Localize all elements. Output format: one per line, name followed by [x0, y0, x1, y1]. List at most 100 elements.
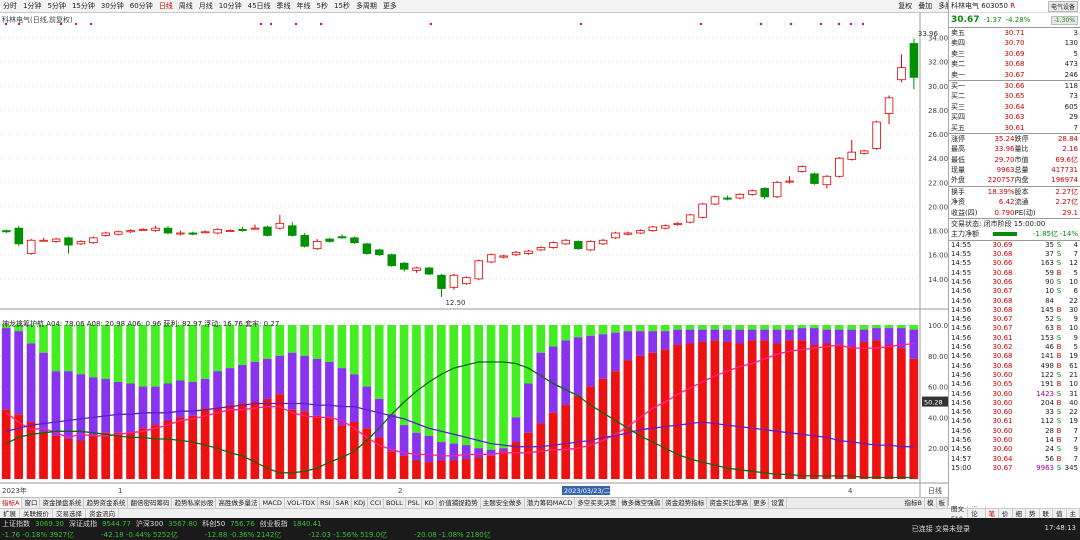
- indicator-tab[interactable]: 窗口: [22, 497, 41, 509]
- quote-tab[interactable]: 势: [1026, 508, 1040, 519]
- indicator-tab[interactable]: BOLL: [384, 497, 406, 509]
- candle-body[interactable]: [350, 237, 359, 244]
- period-tab[interactable]: 10分钟: [216, 0, 245, 13]
- index-quote[interactable]: 3069.30: [35, 520, 64, 528]
- indicator-tab[interactable]: 设置: [769, 497, 788, 509]
- indicator-tab[interactable]: 资金操盘系统: [40, 497, 85, 509]
- period-tab[interactable]: 周线: [176, 0, 196, 13]
- candle-body[interactable]: [561, 239, 571, 245]
- candle-body[interactable]: [710, 196, 720, 205]
- period-tab[interactable]: 30分钟: [98, 0, 127, 13]
- candle-body[interactable]: [785, 180, 794, 183]
- indicator-tab[interactable]: 做多做空强弱: [619, 497, 664, 509]
- candle-body[interactable]: [847, 151, 857, 160]
- indicator-tab[interactable]: 资金买比率高: [707, 497, 752, 509]
- period-tab[interactable]: 多周期: [353, 0, 380, 13]
- candle-body[interactable]: [163, 227, 173, 234]
- candle-body[interactable]: [474, 260, 484, 280]
- candle-body[interactable]: [835, 157, 844, 177]
- sector-tag[interactable]: 电气设备: [1047, 0, 1078, 12]
- candle-body[interactable]: [375, 249, 384, 256]
- indicator-tab-right[interactable]: 板: [937, 497, 948, 509]
- period-tab[interactable]: 60分钟: [127, 0, 156, 13]
- index-quote[interactable]: 9544.77: [102, 520, 131, 528]
- candle-body[interactable]: [822, 175, 832, 186]
- candle-body[interactable]: [76, 241, 86, 245]
- index-quote[interactable]: 756.76: [230, 520, 255, 528]
- indicator-tab[interactable]: 主题安全做多: [481, 497, 525, 509]
- toolbar-action[interactable]: 复权: [895, 0, 915, 13]
- quote-tab[interactable]: 主: [1067, 508, 1080, 519]
- candle-body[interactable]: [810, 173, 819, 184]
- toolbar-action[interactable]: 叠加: [915, 0, 935, 13]
- quote-tab[interactable]: 联: [1040, 508, 1053, 519]
- candle-body[interactable]: [723, 197, 732, 200]
- candle-body[interactable]: [51, 238, 61, 242]
- candle-body[interactable]: [524, 250, 533, 254]
- period-tab[interactable]: 更多: [380, 0, 400, 13]
- period-tab[interactable]: 1分钟: [20, 0, 44, 13]
- indicator-tab[interactable]: 翻倍密码筹码: [128, 497, 173, 509]
- quote-tab[interactable]: 细: [1013, 508, 1026, 519]
- candle-body[interactable]: [872, 121, 881, 149]
- candle-body[interactable]: [499, 255, 508, 258]
- candle-body[interactable]: [760, 187, 769, 198]
- candle-body[interactable]: [138, 228, 148, 231]
- candle-body[interactable]: [288, 225, 297, 236]
- period-tab[interactable]: 15秒: [331, 0, 353, 13]
- candle-body[interactable]: [113, 231, 123, 235]
- indicator-tab[interactable]: CCI: [368, 497, 385, 509]
- candle-body[interactable]: [263, 226, 272, 236]
- quote-tab[interactable]: 价: [999, 508, 1013, 519]
- index-quote[interactable]: 上证指数: [2, 519, 30, 529]
- period-tab[interactable]: 5分钟: [44, 0, 68, 13]
- indicator-tab[interactable]: PSL: [406, 497, 423, 509]
- chart-area[interactable]: 34.00 32.00 30.00 28.00 26.00 24.00 22.00 20.00…: [0, 13, 948, 505]
- candle-body[interactable]: [188, 232, 198, 235]
- candle-body[interactable]: [735, 193, 745, 199]
- candle-body[interactable]: [859, 150, 869, 154]
- candle-body[interactable]: [586, 241, 595, 251]
- indicator-tab[interactable]: 指标A: [0, 497, 23, 509]
- indicator-tab[interactable]: 趋势资金系统: [84, 497, 129, 509]
- candle-body[interactable]: [201, 231, 210, 234]
- candle-body[interactable]: [797, 166, 807, 172]
- index-quote[interactable]: 科创50: [202, 519, 225, 529]
- period-tab[interactable]: 季线: [274, 0, 294, 13]
- candle-body[interactable]: [611, 232, 620, 239]
- candle-body[interactable]: [536, 247, 546, 251]
- index-quote[interactable]: 深证成指: [69, 519, 97, 529]
- sheet-tab[interactable]: 交易选择: [53, 508, 86, 519]
- candle-body[interactable]: [909, 43, 919, 78]
- candle-body[interactable]: [2, 230, 11, 233]
- candle-body[interactable]: [623, 232, 633, 235]
- candle-body[interactable]: [884, 97, 894, 114]
- candle-body[interactable]: [312, 241, 322, 250]
- candle-body[interactable]: [549, 242, 558, 248]
- indicator-tab[interactable]: 更多: [751, 497, 770, 509]
- indicator-tab[interactable]: RSI: [318, 497, 334, 509]
- index-quote[interactable]: 沪深300: [136, 519, 163, 529]
- sheet-tab[interactable]: 扩展: [0, 508, 20, 519]
- candle-body[interactable]: [661, 225, 670, 229]
- indicator-tab[interactable]: SAR: [334, 497, 352, 509]
- candle-body[interactable]: [26, 239, 36, 254]
- indicator-tab[interactable]: 潜力筹码MACD: [525, 497, 576, 509]
- period-tab[interactable]: 月线: [196, 0, 216, 13]
- candle-body[interactable]: [424, 267, 434, 275]
- period-tab[interactable]: 5秒: [314, 0, 331, 13]
- candle-body[interactable]: [412, 267, 421, 271]
- candle-body[interactable]: [39, 239, 48, 242]
- candle-body[interactable]: [698, 203, 707, 218]
- sheet-tab[interactable]: 资金流向: [86, 508, 119, 519]
- candle-body[interactable]: [598, 239, 608, 245]
- candle-body[interactable]: [573, 241, 583, 250]
- kline-chart[interactable]: 34.0032.0030.0028.0026.0024.0022.0020.00…: [0, 13, 948, 497]
- candle-body[interactable]: [238, 228, 247, 231]
- candle-body[interactable]: [225, 230, 235, 232]
- indicator-tab[interactable]: 趋势私家炒股: [172, 497, 217, 509]
- period-tab[interactable]: 日线: [156, 0, 176, 13]
- candle-body[interactable]: [325, 238, 334, 242]
- candle-body[interactable]: [213, 228, 222, 234]
- candle-body[interactable]: [685, 214, 695, 223]
